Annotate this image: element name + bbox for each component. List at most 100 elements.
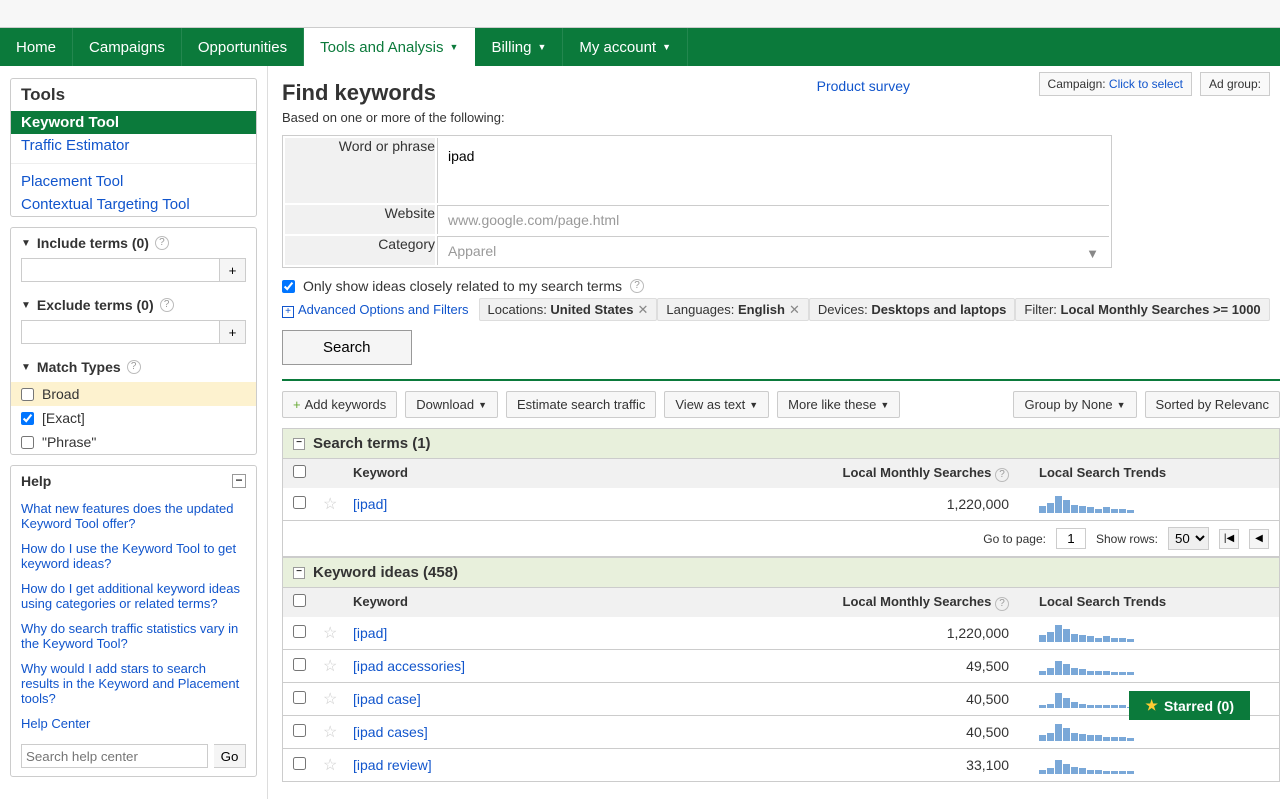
keyword-ideas-header[interactable]: −Keyword ideas (458) (282, 557, 1280, 588)
collapse-icon[interactable]: − (293, 567, 305, 579)
include-terms-section[interactable]: ▼Include terms (0)? (11, 228, 256, 258)
star-icon[interactable]: ☆ (323, 724, 337, 741)
keyword-link[interactable]: [ipad] (353, 496, 387, 512)
nav-opportunities[interactable]: Opportunities (182, 28, 304, 66)
download-button[interactable]: Download▼ (405, 391, 498, 418)
row-checkbox[interactable] (293, 724, 306, 737)
chevron-down-icon: ▼ (880, 400, 889, 410)
prev-page-button[interactable]: ◀ (1249, 529, 1269, 549)
search-button[interactable]: Search (282, 330, 412, 365)
nav-my-account[interactable]: My account▼ (563, 28, 688, 66)
starred-panel[interactable]: ★Starred (0) (1129, 691, 1250, 720)
match-checkbox[interactable] (21, 412, 34, 425)
chevron-down-icon[interactable]: ▼ (1086, 246, 1099, 261)
chevron-down-icon: ▼ (662, 42, 671, 52)
adgroup-selector[interactable]: Ad group: (1200, 72, 1270, 96)
help-link[interactable]: Why would I add stars to search results … (11, 656, 256, 711)
campaign-selector[interactable]: Campaign: Click to select (1039, 72, 1192, 96)
help-link[interactable]: Help Center (11, 711, 256, 736)
nav-home[interactable]: Home (0, 28, 73, 66)
help-icon[interactable]: ? (995, 597, 1009, 611)
estimate-button[interactable]: Estimate search traffic (506, 391, 656, 418)
more-like-these-button[interactable]: More like these▼ (777, 391, 900, 418)
tool-contextual-targeting-tool[interactable]: Contextual Targeting Tool (11, 193, 256, 216)
match-type-option[interactable]: "Phrase" (11, 430, 256, 454)
remove-tag-icon[interactable]: ✕ (789, 302, 800, 317)
star-icon[interactable]: ☆ (323, 496, 337, 513)
plus-icon[interactable]: + (282, 306, 294, 318)
add-keywords-button[interactable]: +Add keywords (282, 391, 397, 418)
col-lms[interactable]: Local Monthly Searches ? (809, 594, 1009, 611)
include-term-input[interactable] (21, 258, 220, 282)
sort-by-button[interactable]: Sorted by Relevanc (1145, 391, 1280, 418)
star-icon[interactable]: ☆ (323, 625, 337, 642)
help-search-input[interactable] (21, 744, 208, 768)
col-keyword[interactable]: Keyword (353, 594, 809, 611)
include-add-button[interactable]: + (220, 258, 246, 282)
help-icon[interactable]: ? (630, 279, 644, 293)
view-as-text-button[interactable]: View as text▼ (664, 391, 769, 418)
word-input[interactable]: ipad (438, 138, 1109, 200)
nav-tools-and-analysis[interactable]: Tools and Analysis▼ (304, 28, 475, 66)
col-trend[interactable]: Local Search Trends (1009, 594, 1209, 611)
col-trend[interactable]: Local Search Trends (1009, 465, 1209, 482)
match-checkbox[interactable] (21, 436, 34, 449)
tool-traffic-estimator[interactable]: Traffic Estimator (11, 134, 256, 157)
search-terms-header[interactable]: −Search terms (1) (282, 428, 1280, 459)
match-checkbox[interactable] (21, 388, 34, 401)
exclude-term-input[interactable] (21, 320, 220, 344)
help-go-button[interactable]: Go (214, 744, 246, 768)
match-type-option[interactable]: [Exact] (11, 406, 256, 430)
nav-billing[interactable]: Billing▼ (475, 28, 563, 66)
match-type-option[interactable]: Broad (11, 382, 256, 406)
row-checkbox[interactable] (293, 658, 306, 671)
only-show-checkbox[interactable] (282, 280, 295, 293)
help-link[interactable]: How do I get additional keyword ideas us… (11, 576, 256, 616)
select-all-checkbox[interactable] (293, 465, 306, 478)
keyword-link[interactable]: [ipad cases] (353, 724, 428, 740)
help-link[interactable]: How do I use the Keyword Tool to get key… (11, 536, 256, 576)
group-by-button[interactable]: Group by None▼ (1013, 391, 1136, 418)
keyword-link[interactable]: [ipad review] (353, 757, 432, 773)
website-input[interactable] (438, 205, 1109, 234)
page-input[interactable] (1056, 528, 1086, 549)
select-all-checkbox[interactable] (293, 594, 306, 607)
row-checkbox[interactable] (293, 496, 306, 509)
star-icon[interactable]: ☆ (323, 658, 337, 675)
help-icon[interactable]: ? (127, 360, 141, 374)
product-survey-link[interactable]: Product survey (817, 78, 910, 94)
trend-sparkline (1009, 495, 1209, 513)
keyword-link[interactable]: [ipad accessories] (353, 658, 465, 674)
tool-placement-tool[interactable]: Placement Tool (11, 170, 256, 193)
col-lms[interactable]: Local Monthly Searches ? (809, 465, 1009, 482)
star-icon[interactable]: ☆ (323, 691, 337, 708)
rows-select[interactable]: 50 (1168, 527, 1209, 550)
exclude-add-button[interactable]: + (220, 320, 246, 344)
row-checkbox[interactable] (293, 625, 306, 638)
match-types-section[interactable]: ▼Match Types? (11, 352, 256, 382)
remove-tag-icon[interactable]: ✕ (638, 302, 649, 317)
help-icon[interactable]: ? (155, 236, 169, 250)
exclude-terms-section[interactable]: ▼Exclude terms (0)? (11, 290, 256, 320)
page-subtitle: Based on one or more of the following: (282, 110, 1280, 125)
row-checkbox[interactable] (293, 757, 306, 770)
help-link[interactable]: Why do search traffic statistics vary in… (11, 616, 256, 656)
lms-value: 49,500 (809, 658, 1009, 674)
filter-tag: Devices: Desktops and laptops (809, 298, 1016, 321)
keyword-link[interactable]: [ipad] (353, 625, 387, 641)
collapse-icon[interactable]: − (232, 474, 246, 488)
keyword-link[interactable]: [ipad case] (353, 691, 421, 707)
tool-keyword-tool[interactable]: Keyword Tool (11, 111, 256, 134)
collapse-icon[interactable]: − (293, 438, 305, 450)
advanced-options-link[interactable]: Advanced Options and Filters (298, 302, 469, 317)
first-page-button[interactable]: |◀ (1219, 529, 1239, 549)
col-keyword[interactable]: Keyword (353, 465, 809, 482)
help-icon[interactable]: ? (995, 468, 1009, 482)
trend-sparkline (1009, 756, 1209, 774)
help-link[interactable]: What new features does the updated Keywo… (11, 496, 256, 536)
category-input[interactable] (438, 236, 1109, 265)
row-checkbox[interactable] (293, 691, 306, 704)
help-icon[interactable]: ? (160, 298, 174, 312)
nav-campaigns[interactable]: Campaigns (73, 28, 182, 66)
star-icon[interactable]: ☆ (323, 757, 337, 774)
